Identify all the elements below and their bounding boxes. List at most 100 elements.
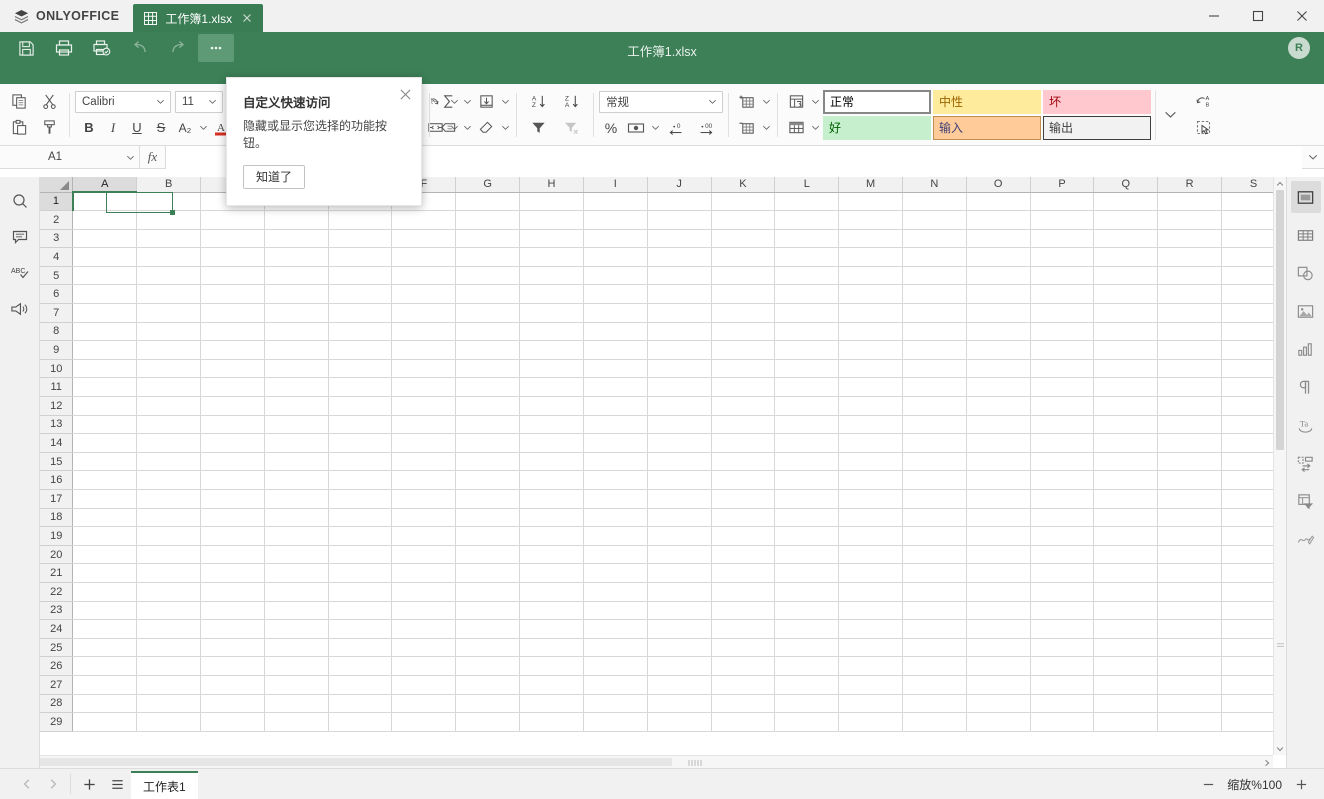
cell-G29[interactable] — [455, 712, 521, 732]
cell-A15[interactable] — [72, 452, 138, 472]
next-sheet-button[interactable] — [40, 769, 66, 799]
cell-Q17[interactable] — [1093, 489, 1159, 509]
cell-L18[interactable] — [774, 508, 840, 528]
cell-R6[interactable] — [1157, 284, 1223, 305]
cell-I2[interactable] — [583, 210, 648, 230]
cell-M4[interactable] — [838, 247, 903, 267]
cell-A3[interactable] — [72, 229, 138, 249]
image-icon[interactable] — [1291, 295, 1321, 327]
cell-B12[interactable] — [136, 396, 202, 416]
cell-P12[interactable] — [1030, 396, 1095, 416]
row-header-22[interactable]: 22 — [40, 582, 74, 602]
cell-G3[interactable] — [455, 229, 521, 249]
cell-J27[interactable] — [647, 675, 712, 695]
cell-K18[interactable] — [711, 508, 776, 528]
column-header-A[interactable]: A — [72, 177, 138, 193]
cell-D2[interactable] — [264, 210, 329, 230]
cell-A17[interactable] — [72, 489, 138, 509]
cell-I25[interactable] — [583, 638, 648, 658]
cell-K28[interactable] — [711, 694, 776, 714]
cell-R3[interactable] — [1157, 229, 1223, 249]
cell-F2[interactable] — [391, 210, 457, 230]
cell-K8[interactable] — [711, 322, 776, 342]
chevron-down-icon[interactable] — [760, 90, 772, 114]
cell-H2[interactable] — [519, 210, 584, 230]
cell-I16[interactable] — [583, 470, 648, 490]
cell-O9[interactable] — [966, 340, 1031, 360]
cell-A4[interactable] — [72, 247, 138, 267]
cell-B17[interactable] — [136, 489, 202, 509]
cell-G1[interactable] — [455, 192, 521, 212]
cell-F20[interactable] — [391, 545, 457, 565]
cell-I4[interactable] — [583, 247, 648, 267]
cell-R27[interactable] — [1157, 675, 1223, 695]
sort-az-icon[interactable]: A Z — [526, 90, 552, 114]
cell-N19[interactable] — [902, 526, 967, 546]
maximize-icon[interactable] — [1236, 0, 1280, 32]
row-header-10[interactable]: 10 — [40, 359, 74, 379]
cell-I19[interactable] — [583, 526, 648, 546]
cell-L12[interactable] — [774, 396, 840, 416]
cell-D11[interactable] — [264, 377, 329, 398]
cell-Q4[interactable] — [1093, 247, 1159, 267]
cell-A28[interactable] — [72, 694, 138, 714]
column-header-R[interactable]: R — [1157, 177, 1223, 193]
cell-G17[interactable] — [455, 489, 521, 509]
horizontal-scrollbar[interactable] — [40, 755, 1273, 768]
cell-H3[interactable] — [519, 229, 584, 249]
cell-K11[interactable] — [711, 377, 776, 398]
cell-G10[interactable] — [455, 359, 521, 379]
cell-H9[interactable] — [519, 340, 584, 360]
cell-P8[interactable] — [1030, 322, 1095, 342]
cell-R13[interactable] — [1157, 415, 1223, 435]
cell-L7[interactable] — [774, 303, 840, 323]
percent-button[interactable]: % — [599, 116, 623, 140]
cell-R12[interactable] — [1157, 396, 1223, 416]
cell-J10[interactable] — [647, 359, 712, 379]
chevron-down-icon[interactable] — [809, 90, 821, 114]
cell-H11[interactable] — [519, 377, 584, 398]
close-icon[interactable] — [240, 11, 254, 25]
cell-P28[interactable] — [1030, 694, 1095, 714]
eraser-icon[interactable] — [473, 116, 499, 140]
cell-A21[interactable] — [72, 563, 138, 583]
column-header-O[interactable]: O — [966, 177, 1031, 193]
cell-G28[interactable] — [455, 694, 521, 714]
cell-A18[interactable] — [72, 508, 138, 528]
cell-F5[interactable] — [391, 266, 457, 286]
font-family-select[interactable]: Calibri — [75, 90, 171, 113]
cell-M10[interactable] — [838, 359, 903, 379]
cell-D22[interactable] — [264, 582, 329, 602]
cell-P19[interactable] — [1030, 526, 1095, 546]
cell-D13[interactable] — [264, 415, 329, 435]
cell-H18[interactable] — [519, 508, 584, 528]
row-header-17[interactable]: 17 — [40, 489, 74, 509]
cell-J22[interactable] — [647, 582, 712, 602]
cell-D23[interactable] — [264, 601, 329, 621]
cell-F15[interactable] — [391, 452, 457, 472]
cell-style-input[interactable]: 输入 — [933, 115, 1041, 140]
chevron-down-icon[interactable] — [197, 116, 209, 140]
cell-B13[interactable] — [136, 415, 202, 435]
cell-P6[interactable] — [1030, 284, 1095, 305]
cell-C5[interactable] — [200, 266, 265, 286]
cell-I24[interactable] — [583, 619, 648, 639]
cell-E12[interactable] — [328, 396, 393, 416]
cell-J24[interactable] — [647, 619, 712, 639]
cell-J26[interactable] — [647, 656, 712, 676]
cell-P16[interactable] — [1030, 470, 1095, 490]
cell-H26[interactable] — [519, 656, 584, 676]
cell-P1[interactable] — [1030, 192, 1095, 212]
cell-C26[interactable] — [200, 656, 265, 676]
cell-C28[interactable] — [200, 694, 265, 714]
cell-B9[interactable] — [136, 340, 202, 360]
row-header-2[interactable]: 2 — [40, 210, 74, 230]
cell-O4[interactable] — [966, 247, 1031, 267]
minimize-icon[interactable] — [1192, 0, 1236, 32]
cell-R11[interactable] — [1157, 377, 1223, 398]
cell-F13[interactable] — [391, 415, 457, 435]
split-grip[interactable] — [688, 760, 706, 766]
cell-B6[interactable] — [136, 284, 202, 305]
underline-button[interactable]: U — [125, 116, 149, 140]
cell-N10[interactable] — [902, 359, 967, 379]
